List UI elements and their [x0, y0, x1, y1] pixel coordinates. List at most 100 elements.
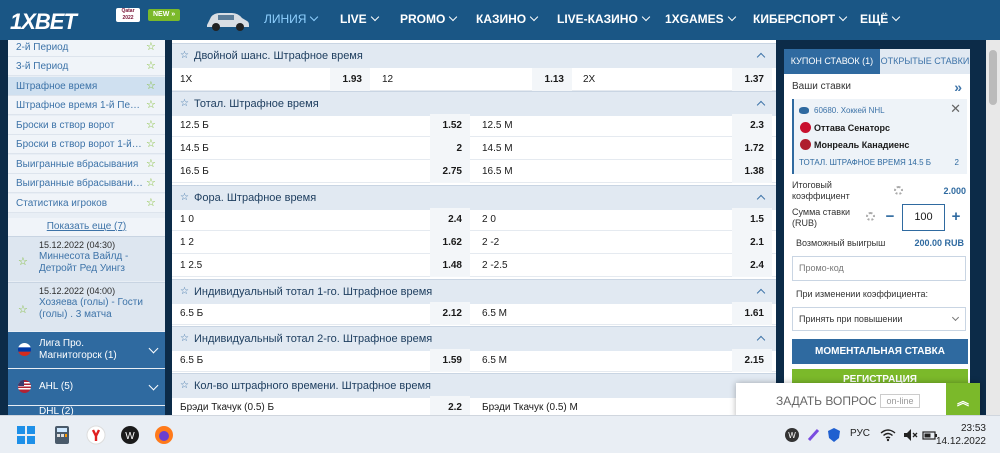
- odds-button[interactable]: 2.1: [732, 231, 772, 254]
- new-badge[interactable]: NEW »: [148, 9, 181, 21]
- chevron-up-icon[interactable]: ︽: [946, 383, 980, 419]
- tab-open-bets[interactable]: ОТКРЫТЫЕ СТАВКИ: [880, 49, 970, 74]
- star-icon[interactable]: ☆: [180, 286, 189, 297]
- windows-start-icon[interactable]: [16, 425, 36, 445]
- double-chevron-right-icon[interactable]: »: [954, 79, 962, 95]
- nav-live[interactable]: LIVE: [340, 12, 379, 26]
- nav-promo[interactable]: PROMO: [400, 12, 458, 26]
- shield-tray-icon[interactable]: [826, 427, 842, 443]
- chevron-up-icon[interactable]: [756, 100, 766, 110]
- brand-logo[interactable]: 1XBET: [10, 9, 77, 35]
- sidebar-item-player-stats[interactable]: Статистика игроков ☆: [8, 194, 165, 213]
- star-icon[interactable]: ☆: [146, 81, 157, 92]
- nav-esports[interactable]: КИБЕРСПОРТ: [753, 12, 848, 26]
- market-header[interactable]: ☆ Индивидуальный тотал 2-го. Штрафное вр…: [172, 326, 776, 351]
- stake-decrease-button[interactable]: −: [881, 205, 899, 229]
- odds-button[interactable]: 1.37: [732, 68, 772, 91]
- sidebar-item-shots-p1[interactable]: Броски в створ ворот 1-й П... ☆: [8, 135, 165, 154]
- sidebar-item-penalty-time[interactable]: Штрафное время ☆: [8, 77, 165, 96]
- speaker-muted-icon[interactable]: [902, 427, 918, 443]
- ask-question-widget[interactable]: ЗАДАТЬ ВОПРОС on-line ︽: [736, 383, 980, 419]
- antivirus-tray-icon[interactable]: W: [784, 427, 800, 443]
- nav-casino[interactable]: КАЗИНО: [476, 12, 539, 26]
- chevron-up-icon[interactable]: [756, 288, 766, 298]
- odds-button[interactable]: 1.59: [430, 349, 470, 372]
- market-header[interactable]: ☆ Тотал. Штрафное время: [172, 91, 776, 116]
- tab-coupon[interactable]: КУПОН СТАВОК (1): [784, 49, 880, 74]
- language-indicator[interactable]: РУС: [850, 428, 870, 439]
- system-clock[interactable]: 23:53 14.12.2022: [936, 422, 986, 448]
- odds-button[interactable]: 2.3: [732, 114, 772, 137]
- firefox-icon[interactable]: [154, 425, 174, 445]
- sidebar-match-2[interactable]: ☆ 15.12.2022 (04:00) Хозяева (голы) - Го…: [8, 282, 165, 331]
- chevron-up-icon[interactable]: [756, 52, 766, 62]
- star-icon[interactable]: ☆: [146, 198, 157, 209]
- stake-input[interactable]: 100: [902, 204, 945, 231]
- odds-button[interactable]: 2.75: [430, 160, 470, 183]
- odds-button[interactable]: 1.93: [330, 68, 370, 91]
- promo-code-input[interactable]: Промо-код: [792, 256, 966, 281]
- yandex-browser-icon[interactable]: [86, 425, 106, 445]
- odds-button[interactable]: 1.48: [430, 254, 470, 277]
- odds-button[interactable]: 1.62: [430, 231, 470, 254]
- star-icon[interactable]: ☆: [180, 98, 189, 109]
- odds-button[interactable]: 2.4: [732, 254, 772, 277]
- sidebar-match-1[interactable]: ☆ 15.12.2022 (04:30) Миннесота Вайлд - Д…: [8, 236, 165, 281]
- odds-button[interactable]: 1.5: [732, 208, 772, 231]
- star-icon[interactable]: ☆: [146, 178, 157, 189]
- odds-button[interactable]: 1.72: [732, 137, 772, 160]
- chevron-up-icon[interactable]: [756, 335, 766, 345]
- calculator-icon[interactable]: [52, 425, 72, 445]
- star-icon[interactable]: ☆: [180, 380, 189, 391]
- odds-button[interactable]: 1.61: [732, 302, 772, 325]
- market-header[interactable]: ☆ Фора. Штрафное время: [172, 185, 776, 210]
- close-icon[interactable]: ✕: [950, 101, 961, 117]
- odds-button[interactable]: 1.13: [532, 68, 572, 91]
- star-icon[interactable]: ☆: [146, 42, 157, 53]
- gear-icon[interactable]: [866, 212, 875, 221]
- sidebar-item-faceoffs-2[interactable]: Выигранные вбрасывания ... ☆: [8, 174, 165, 193]
- odds-button[interactable]: 1.52: [430, 114, 470, 137]
- show-more-link[interactable]: Показать еще (7): [8, 218, 165, 236]
- star-icon[interactable]: ☆: [180, 333, 189, 344]
- sidebar-item-shots[interactable]: Броски в створ ворот ☆: [8, 116, 165, 135]
- app-w-icon[interactable]: W: [120, 425, 140, 445]
- market-header[interactable]: ☆ Кол-во штрафного времени. Штрафное вре…: [172, 373, 776, 398]
- sidebar-league-dhl[interactable]: DHL (2): [8, 406, 165, 415]
- instant-bet-button[interactable]: МОМЕНТАЛЬНАЯ СТАВКА: [792, 339, 968, 364]
- star-icon[interactable]: ☆: [18, 303, 28, 316]
- star-icon[interactable]: ☆: [180, 50, 189, 61]
- sidebar-item-period-2[interactable]: 2-й Период ☆: [8, 40, 165, 57]
- nav-line[interactable]: ЛИНИЯ: [264, 12, 319, 26]
- star-icon[interactable]: ☆: [146, 61, 157, 72]
- star-icon[interactable]: ☆: [18, 255, 28, 268]
- pen-tray-icon[interactable]: [806, 427, 822, 443]
- wifi-icon[interactable]: [880, 427, 896, 443]
- star-icon[interactable]: ☆: [146, 139, 157, 150]
- star-icon[interactable]: ☆: [146, 120, 157, 131]
- page-scrollbar[interactable]: [986, 40, 1000, 415]
- star-icon[interactable]: ☆: [146, 159, 157, 170]
- odds-button[interactable]: 2.15: [732, 349, 772, 372]
- sidebar-league-ahl[interactable]: AHL (5): [8, 369, 165, 405]
- market-header[interactable]: ☆ Двойной шанс. Штрафное время: [172, 43, 776, 68]
- sidebar-item-period-3[interactable]: 3-й Период ☆: [8, 57, 165, 76]
- scrollbar-thumb[interactable]: [989, 50, 997, 105]
- star-icon[interactable]: ☆: [180, 192, 189, 203]
- odds-button[interactable]: 2.4: [430, 208, 470, 231]
- sidebar-item-penalty-time-p1[interactable]: Штрафное время 1-й Период ☆: [8, 96, 165, 115]
- star-icon[interactable]: ☆: [146, 100, 157, 111]
- odds-change-select[interactable]: Принять при повышении: [792, 307, 966, 331]
- odds-button[interactable]: 2: [430, 137, 470, 160]
- nav-live-casino[interactable]: LIVE-КАЗИНО: [557, 12, 651, 26]
- odds-button[interactable]: 2.12: [430, 302, 470, 325]
- nav-1xgames[interactable]: 1XGAMES: [665, 12, 736, 26]
- gear-icon[interactable]: [894, 186, 903, 195]
- odds-button[interactable]: 2.2: [430, 396, 470, 415]
- sidebar-league-magnitogorsk[interactable]: Лига Про. Магнитогорск (1): [8, 332, 165, 368]
- odds-button[interactable]: 1.38: [732, 160, 772, 183]
- stake-increase-button[interactable]: +: [947, 205, 965, 229]
- car-icon[interactable]: [204, 8, 250, 32]
- nav-more[interactable]: ЕЩЁ: [860, 12, 901, 26]
- chevron-up-icon[interactable]: [756, 194, 766, 204]
